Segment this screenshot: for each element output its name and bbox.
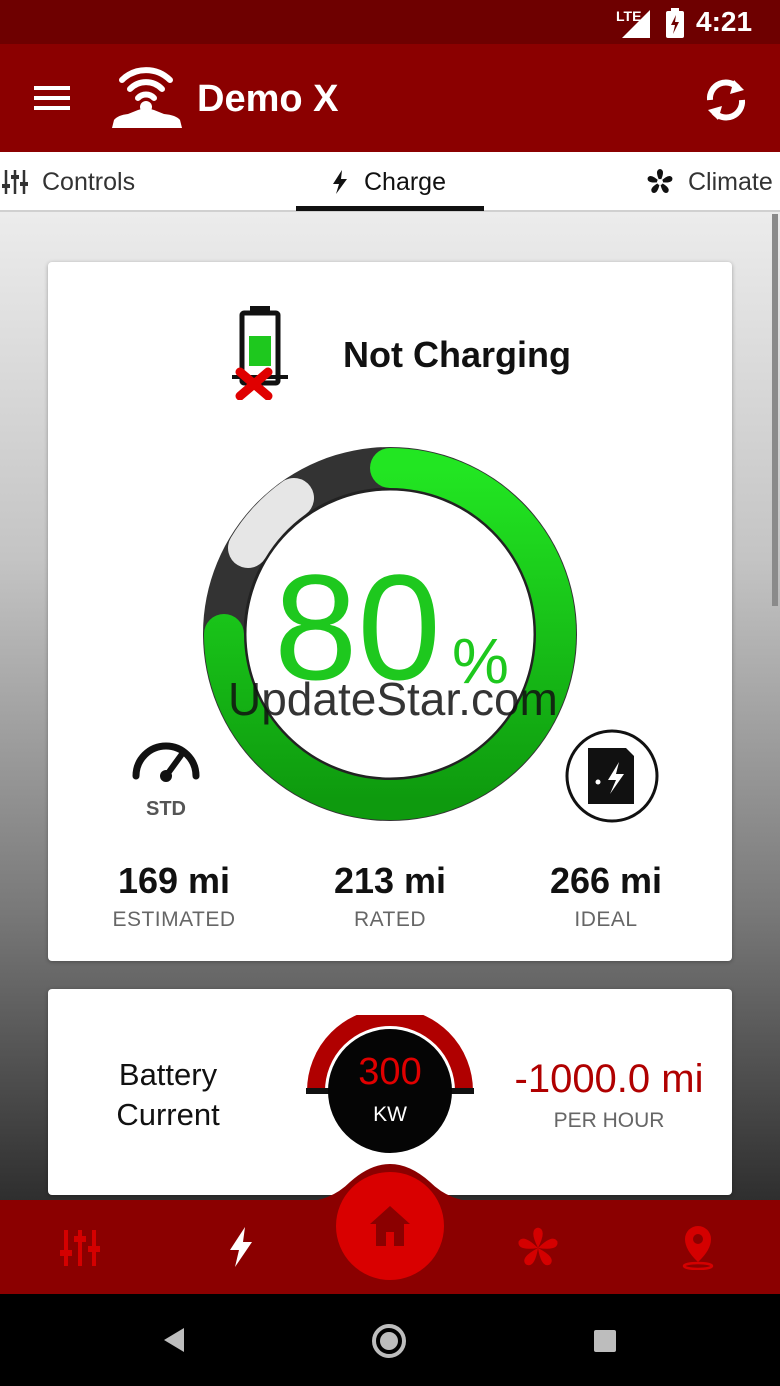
range-rated-value: 213 mi bbox=[333, 860, 447, 901]
tab-climate[interactable]: Climate bbox=[646, 166, 773, 198]
range-rate-label: PER HOUR bbox=[553, 1109, 665, 1132]
home-button[interactable] bbox=[336, 1172, 444, 1280]
tab-selected-indicator bbox=[296, 206, 484, 211]
range-mode-label: STD bbox=[146, 798, 186, 820]
app-bar: Demo X bbox=[0, 44, 780, 152]
recents-icon[interactable] bbox=[592, 1328, 618, 1354]
range-rate-value: -1000.0 mi bbox=[514, 1057, 704, 1101]
sliders-icon bbox=[2, 170, 28, 194]
power-unit: KW bbox=[373, 1103, 407, 1126]
status-bar: LTE 4:21 bbox=[0, 0, 780, 44]
scrollbar[interactable] bbox=[772, 214, 778, 606]
nav-climate-icon[interactable] bbox=[516, 1226, 560, 1270]
home-icon bbox=[370, 1206, 410, 1246]
range-ideal-label: IDEAL bbox=[574, 908, 638, 931]
battery-current-label-line2: Current bbox=[116, 1097, 220, 1132]
car-wifi-logo bbox=[112, 67, 182, 128]
watermark: UpdateStar.com bbox=[228, 673, 558, 725]
range-ideal-value: 266 mi bbox=[549, 860, 663, 901]
charge-card: Not Charging 80 % UpdateStar.com STD 169… bbox=[48, 262, 732, 961]
tab-label: Climate bbox=[688, 167, 773, 196]
charging-status: Not Charging bbox=[343, 334, 571, 375]
battery-not-charging-icon bbox=[232, 306, 288, 400]
range-rated-label: RATED bbox=[353, 908, 427, 931]
clock: 4:21 bbox=[696, 6, 753, 37]
refresh-icon[interactable] bbox=[700, 74, 752, 126]
speedometer-icon[interactable] bbox=[130, 736, 202, 784]
home-nav-icon[interactable] bbox=[370, 1322, 408, 1360]
system-nav-bar bbox=[0, 1294, 780, 1386]
tab-label: Controls bbox=[42, 167, 136, 196]
back-icon[interactable] bbox=[160, 1326, 188, 1354]
battery-current-label: Battery Current bbox=[68, 1055, 268, 1135]
nav-controls-icon[interactable] bbox=[58, 1228, 102, 1268]
tab-charge[interactable]: Charge bbox=[330, 166, 446, 198]
network-type: LTE bbox=[616, 8, 642, 24]
fan-icon bbox=[647, 169, 673, 193]
battery-status-icon bbox=[666, 8, 684, 38]
power-value: 300 bbox=[358, 1051, 422, 1093]
nav-location-icon[interactable] bbox=[680, 1224, 716, 1270]
app-title: Demo X bbox=[197, 78, 339, 120]
menu-icon[interactable] bbox=[30, 80, 74, 116]
range-estimated-value: 169 mi bbox=[117, 860, 231, 901]
charge-port-icon[interactable] bbox=[564, 728, 660, 824]
tab-controls[interactable]: Controls bbox=[2, 166, 135, 198]
battery-current-label-line1: Battery bbox=[118, 1057, 218, 1092]
tab-label: Charge bbox=[364, 167, 446, 196]
tab-bar: Controls Charge Climate bbox=[0, 152, 780, 212]
bolt-icon bbox=[333, 170, 347, 194]
nav-charge-icon[interactable] bbox=[226, 1226, 256, 1268]
range-estimated-label: ESTIMATED bbox=[112, 908, 236, 931]
